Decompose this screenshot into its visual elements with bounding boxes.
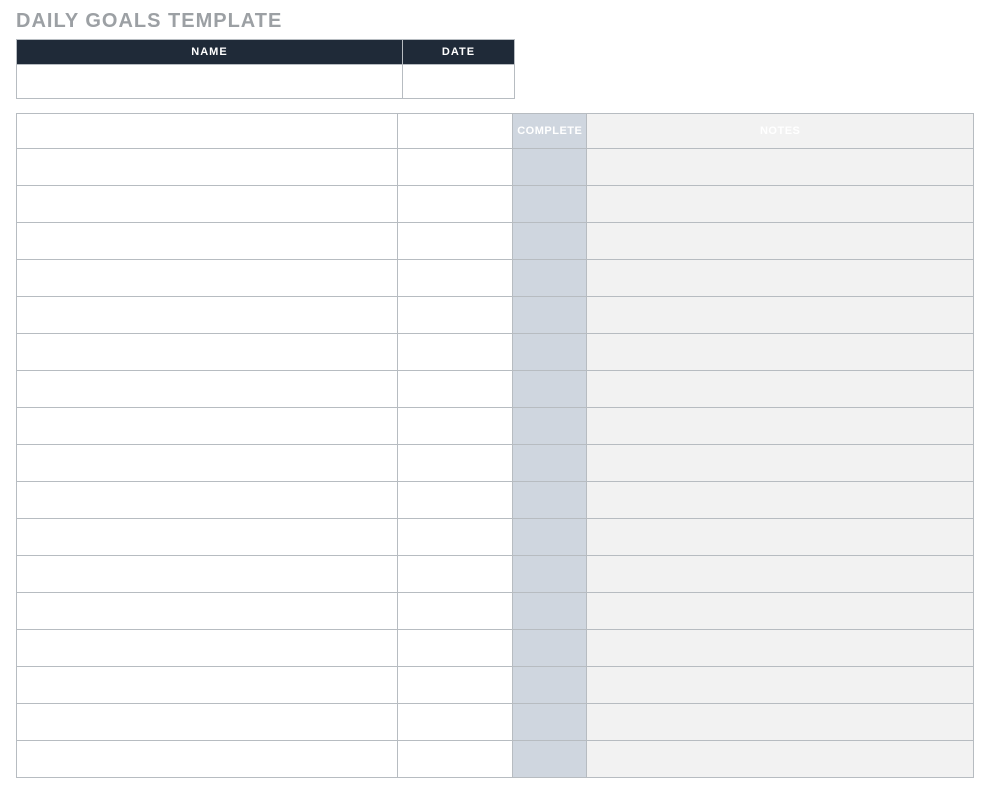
table-row	[17, 260, 974, 297]
schedule-cell[interactable]	[397, 482, 513, 519]
complete-cell[interactable]	[513, 297, 587, 334]
complete-cell[interactable]	[513, 482, 587, 519]
goals-cell[interactable]	[17, 445, 398, 482]
table-row	[17, 371, 974, 408]
notes-cell[interactable]	[587, 482, 974, 519]
page-title: DAILY GOALS TEMPLATE	[16, 10, 977, 33]
table-row	[17, 149, 974, 186]
schedule-cell[interactable]	[397, 704, 513, 741]
schedule-cell[interactable]	[397, 445, 513, 482]
header-table: NAME DATE	[16, 39, 515, 99]
complete-cell[interactable]	[513, 667, 587, 704]
header-input-row	[17, 65, 515, 99]
schedule-cell[interactable]	[397, 741, 513, 778]
schedule-cell[interactable]	[397, 593, 513, 630]
complete-cell[interactable]	[513, 593, 587, 630]
complete-cell[interactable]	[513, 704, 587, 741]
goals-cell[interactable]	[17, 482, 398, 519]
complete-cell[interactable]	[513, 334, 587, 371]
goals-cell[interactable]	[17, 223, 398, 260]
goals-cell[interactable]	[17, 186, 398, 223]
table-row	[17, 297, 974, 334]
table-row	[17, 482, 974, 519]
goals-cell[interactable]	[17, 519, 398, 556]
complete-cell[interactable]	[513, 223, 587, 260]
table-row	[17, 223, 974, 260]
complete-cell[interactable]	[513, 408, 587, 445]
table-row	[17, 593, 974, 630]
notes-cell[interactable]	[587, 408, 974, 445]
goals-cell[interactable]	[17, 149, 398, 186]
goals-cell[interactable]	[17, 667, 398, 704]
schedule-cell[interactable]	[397, 408, 513, 445]
notes-cell[interactable]	[587, 741, 974, 778]
goals-cell[interactable]	[17, 297, 398, 334]
schedule-cell[interactable]	[397, 667, 513, 704]
notes-cell[interactable]	[587, 630, 974, 667]
schedule-cell[interactable]	[397, 149, 513, 186]
table-row	[17, 519, 974, 556]
schedule-cell[interactable]	[397, 260, 513, 297]
header-date-label: DATE	[403, 40, 515, 65]
column-header-goals: GOALS	[17, 114, 398, 149]
complete-cell[interactable]	[513, 445, 587, 482]
complete-cell[interactable]	[513, 260, 587, 297]
table-row	[17, 630, 974, 667]
notes-cell[interactable]	[587, 297, 974, 334]
notes-cell[interactable]	[587, 593, 974, 630]
goals-cell[interactable]	[17, 556, 398, 593]
table-row	[17, 667, 974, 704]
schedule-cell[interactable]	[397, 223, 513, 260]
schedule-cell[interactable]	[397, 556, 513, 593]
complete-cell[interactable]	[513, 186, 587, 223]
notes-cell[interactable]	[587, 334, 974, 371]
goals-cell[interactable]	[17, 408, 398, 445]
complete-cell[interactable]	[513, 149, 587, 186]
notes-cell[interactable]	[587, 704, 974, 741]
complete-cell[interactable]	[513, 741, 587, 778]
column-header-notes: NOTES	[587, 114, 974, 149]
notes-cell[interactable]	[587, 556, 974, 593]
notes-cell[interactable]	[587, 371, 974, 408]
complete-cell[interactable]	[513, 556, 587, 593]
notes-cell[interactable]	[587, 149, 974, 186]
notes-cell[interactable]	[587, 186, 974, 223]
header-name-label: NAME	[17, 40, 403, 65]
goals-cell[interactable]	[17, 260, 398, 297]
goals-cell[interactable]	[17, 371, 398, 408]
notes-cell[interactable]	[587, 260, 974, 297]
goals-cell[interactable]	[17, 741, 398, 778]
goals-cell[interactable]	[17, 593, 398, 630]
goals-cell[interactable]	[17, 704, 398, 741]
goals-table: GOALS SCHEDULE FOR TASKS COMPLETE NOTES	[16, 113, 974, 778]
table-row	[17, 334, 974, 371]
goals-cell[interactable]	[17, 630, 398, 667]
complete-cell[interactable]	[513, 371, 587, 408]
complete-cell[interactable]	[513, 519, 587, 556]
notes-cell[interactable]	[587, 223, 974, 260]
column-header-complete: COMPLETE	[513, 114, 587, 149]
table-row	[17, 445, 974, 482]
table-row	[17, 704, 974, 741]
table-row	[17, 741, 974, 778]
table-row	[17, 186, 974, 223]
table-row	[17, 408, 974, 445]
schedule-cell[interactable]	[397, 630, 513, 667]
goals-cell[interactable]	[17, 334, 398, 371]
column-header-schedule: SCHEDULE FOR TASKS	[397, 114, 513, 149]
schedule-cell[interactable]	[397, 297, 513, 334]
notes-cell[interactable]	[587, 667, 974, 704]
table-row	[17, 556, 974, 593]
schedule-cell[interactable]	[397, 334, 513, 371]
notes-cell[interactable]	[587, 445, 974, 482]
schedule-cell[interactable]	[397, 371, 513, 408]
complete-cell[interactable]	[513, 630, 587, 667]
schedule-cell[interactable]	[397, 519, 513, 556]
schedule-cell[interactable]	[397, 186, 513, 223]
notes-cell[interactable]	[587, 519, 974, 556]
date-input-cell[interactable]	[403, 65, 515, 99]
name-input-cell[interactable]	[17, 65, 403, 99]
